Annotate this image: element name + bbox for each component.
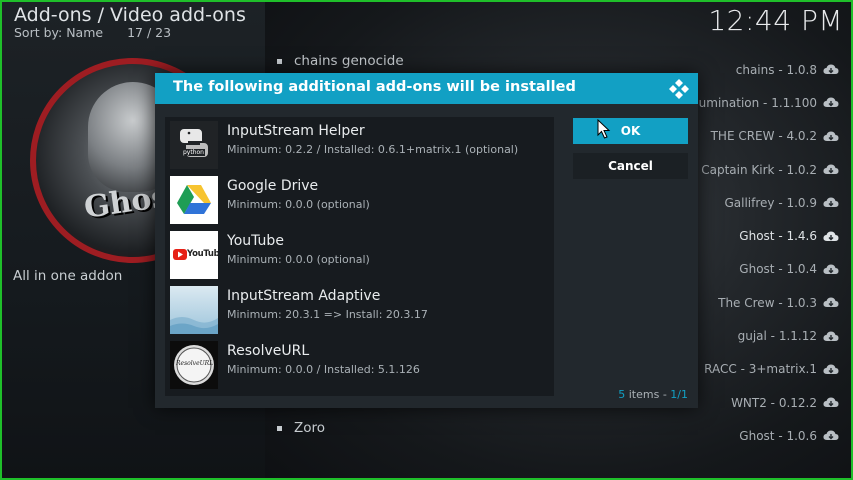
clock: 12:44 PM <box>708 4 843 37</box>
mouse-cursor-icon <box>597 119 611 139</box>
items-count: 5 items - 1/1 <box>618 388 688 401</box>
addon-name: InputStream Adaptive <box>227 288 381 304</box>
version-label: Ghost - 1.4.6 <box>739 229 817 244</box>
addon-version-detail: Minimum: 20.3.1 => Install: 20.3.17 <box>227 308 428 321</box>
version-label: Captain Kirk - 1.0.2 <box>701 162 817 177</box>
addon-list[interactable]: python InputStream Helper Minimum: 0.2.2… <box>165 117 554 396</box>
cloud-download-icon <box>823 97 839 108</box>
kodi-logo-icon <box>669 79 689 99</box>
python-icon: python <box>170 121 218 169</box>
cancel-button[interactable]: Cancel <box>573 153 688 179</box>
cloud-download-icon <box>823 264 839 274</box>
cloud-download-icon <box>823 364 839 374</box>
cloud-download-icon <box>823 331 839 341</box>
python-icon-text: python <box>182 149 205 156</box>
list-position: 17 / 23 <box>127 25 172 40</box>
addon-row[interactable]: InputStream Adaptive Minimum: 20.3.1 => … <box>168 284 551 339</box>
version-label: WNT2 - 0.12.2 <box>731 395 817 410</box>
list-item-top[interactable]: chains genocide <box>277 53 404 69</box>
version-label: The Crew - 1.0.3 <box>718 295 817 310</box>
resolveurl-icon: ResolveURL <box>170 341 218 389</box>
resolveurl-icon-text: ResolveURL <box>176 360 214 367</box>
version-label: chains - 1.0.8 <box>735 62 817 77</box>
version-label: Cumination - 1.1.100 <box>690 95 817 110</box>
addon-description: All in one addon <box>13 268 123 284</box>
youtube-icon: YouTube <box>170 231 218 279</box>
version-label: Gallifrey - 1.0.9 <box>724 195 817 210</box>
sort-info: Sort by: Name 17 / 23 <box>14 25 171 40</box>
items-count-text: items - <box>625 388 671 401</box>
addon-version-detail: Minimum: 0.2.2 / Installed: 0.6.1+matrix… <box>227 143 519 156</box>
list-item-bottom[interactable]: Zoro <box>277 420 325 436</box>
cloud-download-icon <box>823 231 839 241</box>
cloud-download-icon <box>823 131 839 141</box>
addon-name: ResolveURL <box>227 343 310 359</box>
version-label: Ghost - 1.0.4 <box>739 262 817 277</box>
addon-row[interactable]: Google Drive Minimum: 0.0.0 (optional) <box>168 174 551 229</box>
cloud-download-icon <box>823 64 839 75</box>
inputstream-adaptive-icon <box>170 286 218 334</box>
version-label: Ghost - 1.0.6 <box>739 428 817 443</box>
version-label: gujal - 1.1.12 <box>737 329 817 344</box>
addon-name: Google Drive <box>227 178 319 194</box>
list-item-label: chains genocide <box>294 53 404 69</box>
page-title: Add-ons / Video add-ons <box>14 4 246 26</box>
addon-name: YouTube <box>227 233 284 249</box>
youtube-icon-text: YouTube <box>187 249 218 259</box>
addon-row[interactable]: YouTube YouTube Minimum: 0.0.0 (optional… <box>168 229 551 284</box>
addon-row[interactable]: python InputStream Helper Minimum: 0.2.2… <box>168 119 551 174</box>
addon-name: InputStream Helper <box>227 123 365 139</box>
bullet-icon <box>277 58 282 64</box>
cloud-download-icon <box>823 164 839 175</box>
addon-version-detail: Minimum: 0.0.0 / Installed: 5.1.126 <box>227 363 420 376</box>
dialog-header: The following additional add-ons will be… <box>155 73 698 104</box>
list-item-label: Zoro <box>294 420 326 436</box>
cloud-download-icon <box>823 430 839 441</box>
version-label: THE CREW - 4.0.2 <box>710 129 817 144</box>
google-drive-icon <box>170 176 218 224</box>
page-indicator: 1/1 <box>670 388 688 401</box>
cloud-download-icon <box>823 297 839 308</box>
dialog-title: The following additional add-ons will be… <box>173 79 576 95</box>
version-item[interactable]: Ghost - 1.0.6 <box>639 419 839 452</box>
cloud-download-icon <box>823 397 839 408</box>
cloud-download-icon <box>823 197 839 208</box>
addon-row[interactable]: ResolveURL ResolveURL Minimum: 0.0.0 / I… <box>168 339 551 394</box>
ok-button[interactable]: OK <box>573 118 688 144</box>
bullet-icon <box>277 425 282 431</box>
addon-version-detail: Minimum: 0.0.0 (optional) <box>227 198 370 211</box>
sort-label: Sort by: Name <box>14 25 104 40</box>
addon-version-detail: Minimum: 0.0.0 (optional) <box>227 253 370 266</box>
version-label: RACC - 3+matrix.1 <box>704 362 817 377</box>
install-dependencies-dialog: The following additional add-ons will be… <box>155 73 698 408</box>
